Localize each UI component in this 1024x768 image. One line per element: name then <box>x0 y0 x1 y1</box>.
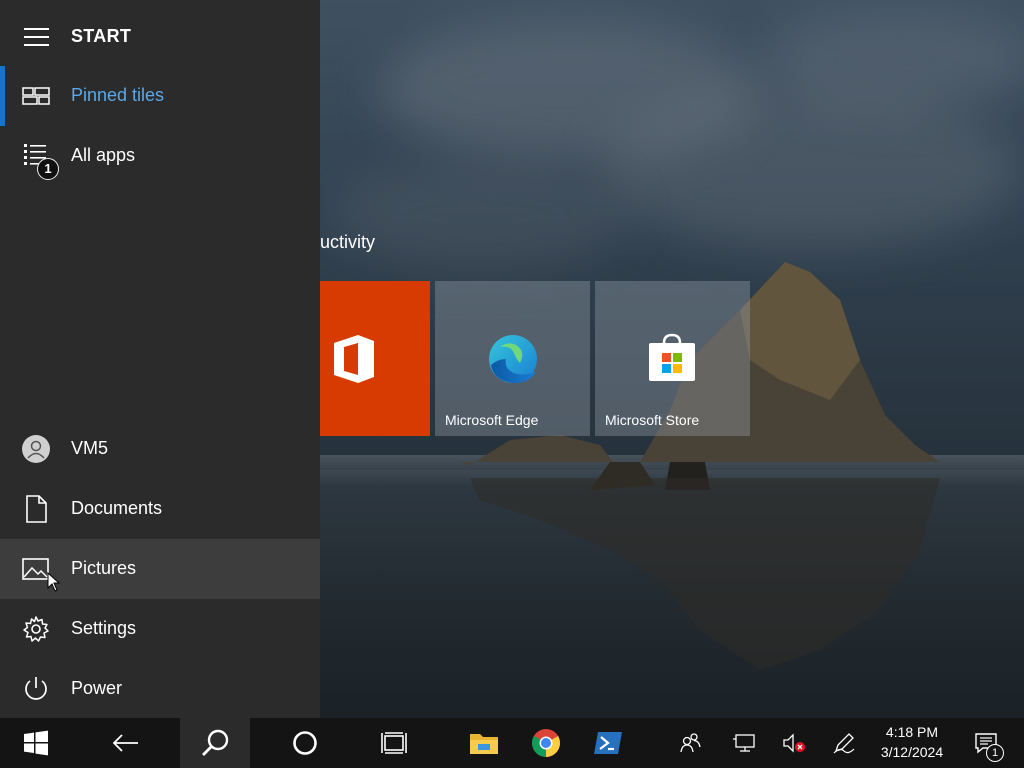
pinned-tiles-icon <box>22 87 50 105</box>
search-button[interactable] <box>180 718 250 768</box>
back-arrow-icon <box>112 734 138 752</box>
user-avatar-icon <box>22 435 50 463</box>
volume-button[interactable] <box>774 718 814 768</box>
people-icon <box>680 733 701 753</box>
chrome-icon <box>532 729 560 757</box>
nav-power[interactable]: Power <box>0 659 320 719</box>
back-button[interactable] <box>90 718 162 768</box>
network-button[interactable] <box>724 718 764 768</box>
all-apps-badge: 1 <box>37 158 59 180</box>
clock-date: 3/12/2024 <box>880 744 944 760</box>
document-icon <box>26 495 47 523</box>
hamburger-menu-icon[interactable] <box>24 28 49 46</box>
start-title: START <box>71 26 132 46</box>
file-explorer-icon <box>470 734 498 754</box>
taskbar-clock[interactable]: 4:18 PM 3/12/2024 <box>872 723 952 765</box>
volume-muted-icon <box>783 733 805 753</box>
power-icon <box>25 677 47 700</box>
pen-workspace-button[interactable] <box>824 718 864 768</box>
start-header: START <box>0 0 320 72</box>
nav-label: All apps <box>71 145 136 165</box>
edge-icon <box>489 335 537 383</box>
nav-documents[interactable]: Documents <box>0 479 320 539</box>
notification-count-badge: 1 <box>986 744 1004 762</box>
tile-office[interactable]: e <box>320 281 430 436</box>
nav-label: Documents <box>71 498 163 518</box>
nav-user-account[interactable]: VM5 <box>0 419 320 479</box>
tile-label: Microsoft Store <box>605 412 700 428</box>
nav-pinned-tiles[interactable]: Pinned tiles <box>0 66 320 126</box>
pen-icon <box>833 733 855 754</box>
office-icon <box>334 335 374 383</box>
tile-microsoft-store[interactable]: Microsoft Store <box>595 281 750 436</box>
nav-label: Pictures <box>71 558 137 578</box>
powershell-icon <box>594 732 622 754</box>
network-icon <box>733 734 755 752</box>
active-indicator <box>0 66 5 126</box>
chrome-button[interactable] <box>520 718 572 768</box>
nav-pictures[interactable]: Pictures <box>0 539 320 599</box>
start-button[interactable] <box>0 718 72 768</box>
file-explorer-button[interactable] <box>458 718 510 768</box>
cortana-icon <box>293 731 317 755</box>
tile-group-title: uctivity <box>320 232 376 252</box>
nav-settings[interactable]: Settings <box>0 599 320 659</box>
cortana-button[interactable] <box>270 718 340 768</box>
task-view-icon <box>381 732 407 754</box>
nav-label: Settings <box>71 618 137 638</box>
nav-label: Power <box>71 678 123 698</box>
action-center-button[interactable] <box>966 718 1006 768</box>
tile-label: Microsoft Edge <box>445 412 539 428</box>
task-view-button[interactable] <box>360 718 430 768</box>
mouse-cursor-icon <box>47 572 61 592</box>
store-icon <box>649 333 695 381</box>
nav-label: Pinned tiles <box>71 85 165 105</box>
search-icon <box>202 729 229 756</box>
pictures-icon <box>22 558 49 580</box>
powershell-button[interactable] <box>582 718 634 768</box>
nav-label: VM5 <box>71 438 109 458</box>
start-menu-panel: START Pinned tiles All apps 1 VM5 Docume… <box>0 0 320 718</box>
tile-microsoft-edge[interactable]: Microsoft Edge <box>435 281 590 436</box>
people-button[interactable] <box>670 718 710 768</box>
windows-logo-icon <box>24 730 48 756</box>
clock-time: 4:18 PM <box>885 724 939 740</box>
taskbar: 4:18 PM 3/12/2024 1 <box>0 718 1024 768</box>
gear-icon <box>23 616 49 642</box>
